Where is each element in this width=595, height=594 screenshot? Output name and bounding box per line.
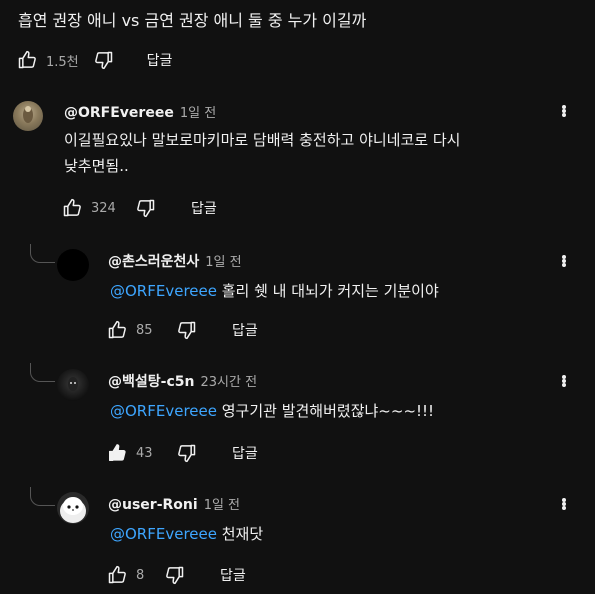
thumbs-down-icon[interactable]: [93, 49, 115, 71]
reply-text: 천재닷: [216, 525, 264, 543]
thumbs-up-icon[interactable]: [16, 49, 38, 71]
reply-button[interactable]: 답글: [147, 50, 173, 70]
timestamp[interactable]: 1일 전: [204, 498, 240, 513]
comment-text-line: 낮추면됨..: [64, 157, 129, 175]
reply-button[interactable]: 답글: [191, 198, 217, 218]
comment-actions: 324 답글: [61, 196, 217, 220]
avatar[interactable]: [57, 249, 89, 281]
reply-header: @백설탕-c5n 23시간 전: [108, 371, 257, 391]
avatar[interactable]: [13, 101, 43, 131]
more-vertical-icon[interactable]: [554, 251, 574, 271]
thumbs-up-icon[interactable]: [106, 319, 128, 341]
more-vertical-icon[interactable]: [554, 371, 574, 391]
thumbs-down-icon[interactable]: [176, 442, 198, 464]
reply-button[interactable]: 답글: [232, 443, 258, 463]
thumbs-down-icon[interactable]: [164, 564, 186, 586]
author-handle[interactable]: @ORFEvereee: [64, 105, 174, 121]
like-count: 324: [91, 200, 116, 216]
like-count: 43: [136, 445, 153, 461]
avatar[interactable]: [57, 369, 89, 401]
comment-header: @ORFEvereee 1일 전: [64, 102, 216, 121]
author-handle[interactable]: @촌스러운천사: [108, 254, 199, 270]
reply-header: @촌스러운천사 1일 전: [108, 251, 242, 271]
reply-text: 홀리 쉣 내 대뇌가 커지는 기분이야: [216, 282, 439, 300]
more-vertical-icon[interactable]: [554, 101, 574, 121]
reply-button[interactable]: 답글: [232, 320, 258, 340]
author-handle[interactable]: @백설탕-c5n: [108, 374, 194, 390]
author-handle[interactable]: @user-Roni: [108, 497, 198, 513]
timestamp[interactable]: 23시간 전: [200, 375, 257, 390]
thumbs-up-icon[interactable]: [106, 442, 128, 464]
reply-header: @user-Roni 1일 전: [108, 494, 240, 513]
reply-actions: 43 답글: [106, 441, 258, 465]
like-count: 8: [136, 567, 145, 583]
thumbs-up-icon[interactable]: [106, 564, 128, 586]
reply-body: @ORFEvereee 영구기관 발견해버렸잖냐~~~!!!: [110, 398, 434, 424]
timestamp[interactable]: 1일 전: [205, 255, 241, 270]
mention-link[interactable]: @ORFEvereee: [110, 402, 217, 420]
thread-connector: [30, 487, 55, 506]
thumbs-down-icon[interactable]: [135, 197, 157, 219]
like-count: 1.5천: [46, 54, 79, 70]
thumbs-up-icon[interactable]: [61, 197, 83, 219]
reply-body: @ORFEvereee 천재닷: [110, 521, 263, 547]
reply-actions: 85 답글: [106, 318, 258, 342]
video-comment-text: 흡연 권장 애니 vs 금연 권장 애니 둘 중 누가 이길까: [18, 11, 367, 30]
reply-button[interactable]: 답글: [220, 565, 246, 585]
comment-text-line: 이길필요있나 말보로마키마로 담배력 충전하고 야니네코로 다시: [64, 131, 461, 149]
mention-link[interactable]: @ORFEvereee: [110, 525, 217, 543]
thread-connector: [30, 244, 55, 263]
comment-body: 이길필요있나 말보로마키마로 담배력 충전하고 야니네코로 다시 낮추면됨..: [64, 127, 460, 179]
reply-text: 영구기관 발견해버렸잖냐~~~!!!: [216, 402, 435, 420]
more-vertical-icon[interactable]: [554, 494, 574, 514]
like-count: 85: [136, 322, 153, 338]
thread-connector: [30, 363, 55, 382]
reply-actions: 8 답글: [106, 563, 246, 587]
mention-link[interactable]: @ORFEvereee: [110, 282, 217, 300]
video-comment-actions: 1.5천 답글: [16, 48, 172, 72]
thumbs-down-icon[interactable]: [176, 319, 198, 341]
timestamp[interactable]: 1일 전: [180, 106, 216, 121]
reply-body: @ORFEvereee 홀리 쉣 내 대뇌가 커지는 기분이야: [110, 278, 439, 304]
avatar[interactable]: [57, 492, 89, 524]
